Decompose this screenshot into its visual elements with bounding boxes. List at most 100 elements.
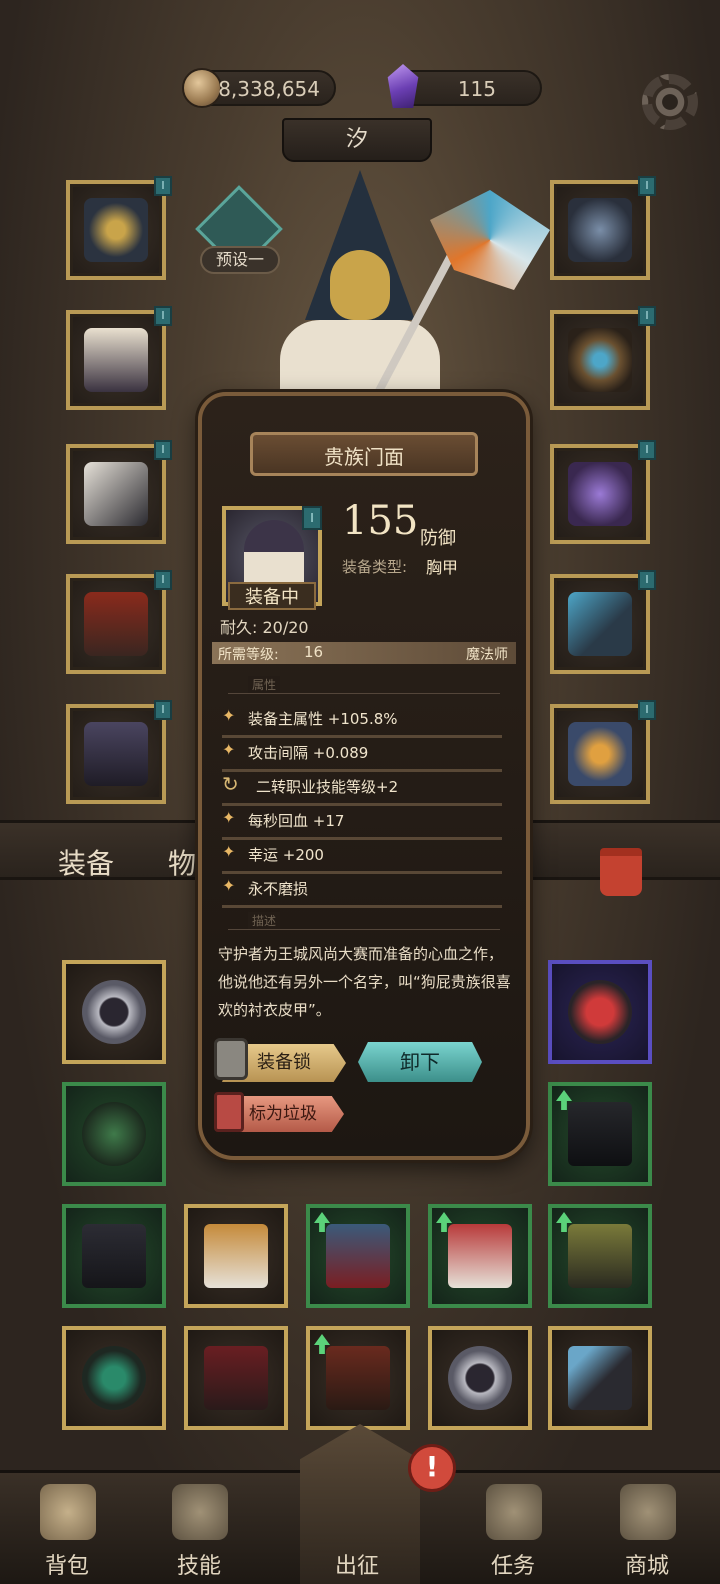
nav-expedition[interactable]: 出征: [302, 1474, 412, 1584]
slot-tag: I: [638, 176, 656, 196]
scroll-icon: [486, 1484, 542, 1540]
gem-amount: 115: [457, 77, 496, 101]
equip-slot-necklace[interactable]: I: [550, 176, 656, 280]
attribute-row: ✦ 幸运 +200: [222, 840, 502, 874]
settings-gear-icon[interactable]: [642, 74, 698, 130]
character-mask: [330, 250, 390, 320]
skill-book-icon: [172, 1484, 228, 1540]
nav-skills[interactable]: 技能: [144, 1474, 254, 1584]
sparkle-icon: ✦: [222, 740, 236, 759]
attributes-header-label: 属性: [248, 676, 281, 693]
unequip-label: 卸下: [400, 1050, 440, 1074]
equip-slot-trinket[interactable]: I: [550, 700, 656, 804]
padlock-icon: [214, 1038, 248, 1080]
equip-slot-weapon[interactable]: I: [550, 570, 656, 674]
sparkle-icon: ✦: [222, 876, 236, 895]
equip-slot-chest[interactable]: I: [66, 306, 172, 410]
equipped-badge: 装备中: [228, 582, 316, 610]
nav-quests-label: 任务: [490, 1554, 535, 1579]
req-level-label: 所需等级:: [218, 647, 279, 663]
item-tier-tag: I: [302, 506, 322, 530]
nav-bag[interactable]: 背包: [12, 1474, 122, 1584]
tab-equipment[interactable]: 装备: [58, 842, 114, 882]
nav-shop[interactable]: 商城: [592, 1474, 702, 1584]
equip-slot-legs[interactable]: I: [66, 570, 172, 674]
equip-slot-gloves[interactable]: I: [66, 440, 172, 544]
item-description: 守护者为王城风尚大赛而准备的心血之作，他说他还有另外一个名字，叫“狗屁贵族很喜欢…: [218, 945, 511, 1019]
sparkle-icon: ✦: [222, 808, 236, 827]
legs-icon: [326, 1346, 390, 1410]
req-level-value: 16: [304, 643, 324, 661]
inventory-slot[interactable]: [62, 960, 166, 1064]
hood-icon: [84, 198, 148, 262]
shoes-icon: [448, 1224, 512, 1288]
mark-junk-label: 标为垃圾: [249, 1104, 317, 1124]
inventory-slot[interactable]: [62, 1082, 166, 1186]
inventory-slot[interactable]: [428, 1326, 532, 1430]
inventory-slot[interactable]: [184, 1326, 288, 1430]
inventory-slot[interactable]: [184, 1204, 288, 1308]
equip-slot-helmet[interactable]: I: [66, 176, 172, 280]
cape-icon: [82, 1102, 146, 1166]
heart-amulet-icon: [568, 980, 632, 1044]
item-name: 贵族门面: [250, 432, 478, 476]
gauntlet-icon: [568, 1102, 632, 1166]
equip-slot-boots[interactable]: I: [66, 700, 172, 804]
durability: 耐久: 20/20: [220, 618, 309, 637]
inventory-slot[interactable]: [306, 1204, 410, 1308]
slot-tag: I: [638, 440, 656, 460]
orb-trinket-icon: [568, 722, 632, 786]
nav-quests[interactable]: 任务: [458, 1474, 568, 1584]
inventory-slot[interactable]: [306, 1326, 410, 1430]
sparkle-icon: ✦: [222, 706, 236, 725]
attribute-text: 装备主属性 +105.8%: [248, 710, 398, 728]
attributes-header: 属性: [228, 676, 500, 694]
inventory-slot[interactable]: [548, 1082, 652, 1186]
gloves-icon: [84, 462, 148, 526]
amulet-icon: [568, 198, 632, 262]
tab-items[interactable]: 物: [168, 842, 196, 882]
defense-value: 155: [342, 498, 419, 544]
pants-icon: [82, 1224, 146, 1288]
attribute-text: 每秒回血 +17: [248, 812, 345, 830]
nav-skills-label: 技能: [176, 1554, 221, 1579]
ring-icon: [82, 980, 146, 1044]
wand-icon: [568, 1346, 632, 1410]
equip-slot-ring[interactable]: I: [550, 306, 656, 410]
slot-tag: I: [638, 306, 656, 326]
pants-icon: [84, 592, 148, 656]
boots-icon: [326, 1224, 390, 1288]
character-name[interactable]: 汐: [282, 118, 432, 162]
crown-icon: [620, 1484, 676, 1540]
slot-tag: I: [638, 570, 656, 590]
sparkle-icon: ✦: [222, 842, 236, 861]
inventory-slot[interactable]: [548, 1326, 652, 1430]
attribute-row: ✦ 每秒回血 +17: [222, 806, 502, 840]
sandals-icon: [568, 1224, 632, 1288]
inventory-slot[interactable]: [548, 1204, 652, 1308]
inventory-slot[interactable]: [548, 960, 652, 1064]
attribute-row: ✦ 攻击间隔 +0.089: [222, 738, 502, 772]
pendant-icon: [82, 1346, 146, 1410]
ring-icon: [568, 328, 632, 392]
inventory-slot[interactable]: [62, 1326, 166, 1430]
chest-armor-icon: [84, 328, 148, 392]
bag-icon: [40, 1484, 96, 1540]
attribute-text: 永不磨损: [248, 880, 309, 898]
slot-tag: I: [154, 176, 172, 196]
slot-tag: I: [154, 306, 172, 326]
nav-shop-label: 商城: [624, 1554, 669, 1579]
equip-slot-offhand[interactable]: I: [550, 440, 656, 544]
defense-label: 防御: [420, 528, 456, 549]
trash-icon[interactable]: [600, 848, 642, 896]
inventory-slot[interactable]: [62, 1204, 166, 1308]
skull-offhand-icon: [568, 462, 632, 526]
slot-tag: I: [154, 700, 172, 720]
inventory-slot[interactable]: [428, 1204, 532, 1308]
unequip-button[interactable]: 卸下: [358, 1042, 482, 1082]
attribute-row: ✦ 永不磨损: [222, 874, 502, 908]
chest-armor-icon: [204, 1224, 268, 1288]
attribute-text: 二转职业技能等级+2: [256, 778, 399, 796]
req-class: 魔法师: [466, 647, 508, 663]
ring-icon: [448, 1346, 512, 1410]
